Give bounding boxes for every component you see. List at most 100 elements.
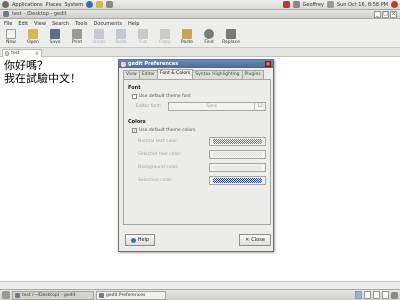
gnome-foot-icon[interactable] <box>2 1 9 8</box>
maximize-button[interactable]: □ <box>382 11 389 18</box>
use-default-font-label: Use default theme font <box>139 94 192 99</box>
workspace-1[interactable] <box>355 291 362 299</box>
font-section-heading: Font <box>128 85 141 91</box>
minimize-button[interactable]: _ <box>374 11 381 18</box>
normal-text-swatch <box>212 139 262 144</box>
selection-color-button[interactable] <box>208 176 266 185</box>
redo-button[interactable]: Redo <box>112 29 130 45</box>
close-window-button[interactable]: × <box>390 11 397 18</box>
menu-edit[interactable]: Edit <box>18 21 28 27</box>
normal-text-color-row: Normal text color: <box>138 137 266 146</box>
dialog-titlebar[interactable]: gedit Preferences × <box>119 60 273 68</box>
save-icon <box>50 29 60 39</box>
menu-tools[interactable]: Tools <box>75 21 87 27</box>
statusbar <box>0 281 400 289</box>
menu-view[interactable]: View <box>34 21 46 27</box>
mail-launcher-icon[interactable] <box>96 1 104 8</box>
font-size: 12 <box>257 104 263 109</box>
cut-icon <box>138 29 148 39</box>
use-default-font-row[interactable]: Use default theme font <box>132 94 266 99</box>
selected-text-swatch <box>212 152 262 157</box>
editor-font-row: Editor font: Sans 12 <box>136 102 266 111</box>
replace-icon <box>226 29 236 39</box>
user-name[interactable]: Geoffrey <box>303 2 324 8</box>
normal-text-color-button[interactable] <box>208 137 266 146</box>
cut-button[interactable]: Cut <box>134 29 152 45</box>
selected-text-color-row: Selected text color: <box>138 150 266 159</box>
menu-file[interactable]: File <box>4 21 12 27</box>
window-titlebar[interactable]: test - /Desktop - gedit _ □ × <box>0 10 400 19</box>
menu-documents[interactable]: Documents <box>93 21 122 27</box>
dialog-title: gedit Preferences <box>128 61 179 67</box>
tab-syntax-highlighting[interactable]: Syntax Highlighting <box>192 70 243 79</box>
clock[interactable]: Sun Oct 16, 8:58 PM <box>337 2 388 8</box>
power-icon[interactable] <box>391 1 398 8</box>
selected-text-color-button[interactable] <box>208 150 266 159</box>
find-button[interactable]: Find <box>200 29 218 45</box>
update-notifier-icon[interactable] <box>282 1 290 8</box>
task-preferences[interactable]: gedit Preferences <box>96 290 166 300</box>
workspace-2[interactable] <box>364 291 371 299</box>
close-button[interactable]: ✕ Close <box>239 234 271 246</box>
copy-button[interactable]: Copy <box>156 29 174 45</box>
dialog-close-icon[interactable]: × <box>265 61 271 67</box>
undo-icon <box>94 29 104 39</box>
document-tab[interactable]: test × <box>2 49 42 57</box>
undo-button[interactable]: Undo <box>90 29 108 45</box>
tab-plugins[interactable]: Plugins <box>241 70 264 79</box>
bottom-panel: test (~/Desktop) - gedit gedit Preferenc… <box>0 289 400 300</box>
tab-font-colors[interactable]: Font & Colors <box>157 69 194 78</box>
menu-search[interactable]: Search <box>52 21 69 27</box>
tab-view[interactable]: View <box>123 70 140 79</box>
paste-button[interactable]: Paste <box>178 29 196 45</box>
open-button[interactable]: Open <box>24 29 42 45</box>
menu-help[interactable]: Help <box>128 21 139 27</box>
print-icon <box>72 29 82 39</box>
selection-color-label: Selection color: <box>138 178 173 183</box>
save-button[interactable]: Save <box>46 29 64 45</box>
new-document-icon <box>6 29 16 39</box>
use-default-font-checkbox[interactable] <box>132 94 137 99</box>
dialog-app-icon <box>121 61 126 67</box>
menubar: File Edit View Search Tools Documents He… <box>0 19 400 28</box>
background-swatch <box>212 165 262 170</box>
print-button[interactable]: Print <box>68 29 86 45</box>
background-color-row: Background color: <box>138 163 266 172</box>
trash-icon[interactable] <box>391 291 398 299</box>
background-color-label: Background color: <box>138 165 179 170</box>
places-menu[interactable]: Places <box>46 2 62 8</box>
gedit-app-icon <box>3 11 9 17</box>
system-menu[interactable]: System <box>64 2 83 8</box>
font-name: Sans <box>206 104 218 109</box>
selected-text-color-label: Selected text color: <box>138 152 182 157</box>
show-desktop-icon[interactable] <box>2 291 10 299</box>
top-panel: Applications Places System Geoffrey Sun … <box>0 0 400 10</box>
background-color-button[interactable] <box>208 163 266 172</box>
toolbar: New Open Save Print Undo Redo Cut Copy P… <box>0 28 400 48</box>
replace-button[interactable]: Replace <box>222 29 240 45</box>
gedit-task-icon <box>15 292 20 298</box>
browser-launcher-icon[interactable] <box>86 1 94 8</box>
preferences-tabs: View Editor Font & Colors Syntax Highlig… <box>123 69 264 79</box>
help-button[interactable]: Help <box>125 234 155 246</box>
selection-color-row: Selection color: <box>138 176 266 185</box>
close-tab-icon[interactable]: × <box>35 51 39 57</box>
network-icon[interactable] <box>292 1 300 8</box>
workspace-4[interactable] <box>382 291 389 299</box>
applications-menu[interactable]: Applications <box>12 2 43 8</box>
preferences-task-icon <box>99 292 104 298</box>
use-default-colors-checkbox[interactable]: ✓ <box>132 128 137 133</box>
text-file-icon <box>5 51 9 56</box>
tab-editor[interactable]: Editor <box>138 70 159 79</box>
editor-font-button[interactable]: Sans 12 <box>168 102 266 111</box>
help-launcher-icon[interactable] <box>106 1 114 8</box>
document-tabbar: test × <box>0 48 400 57</box>
find-icon <box>204 29 214 39</box>
new-button[interactable]: New <box>2 29 20 45</box>
use-default-colors-row[interactable]: ✓ Use default theme colors <box>132 128 266 133</box>
close-x-icon: ✕ <box>245 237 250 243</box>
workspace-3[interactable] <box>373 291 380 299</box>
editor-font-label: Editor font: <box>136 104 162 109</box>
volume-icon[interactable] <box>326 1 334 8</box>
task-gedit[interactable]: test (~/Desktop) - gedit <box>12 290 94 300</box>
